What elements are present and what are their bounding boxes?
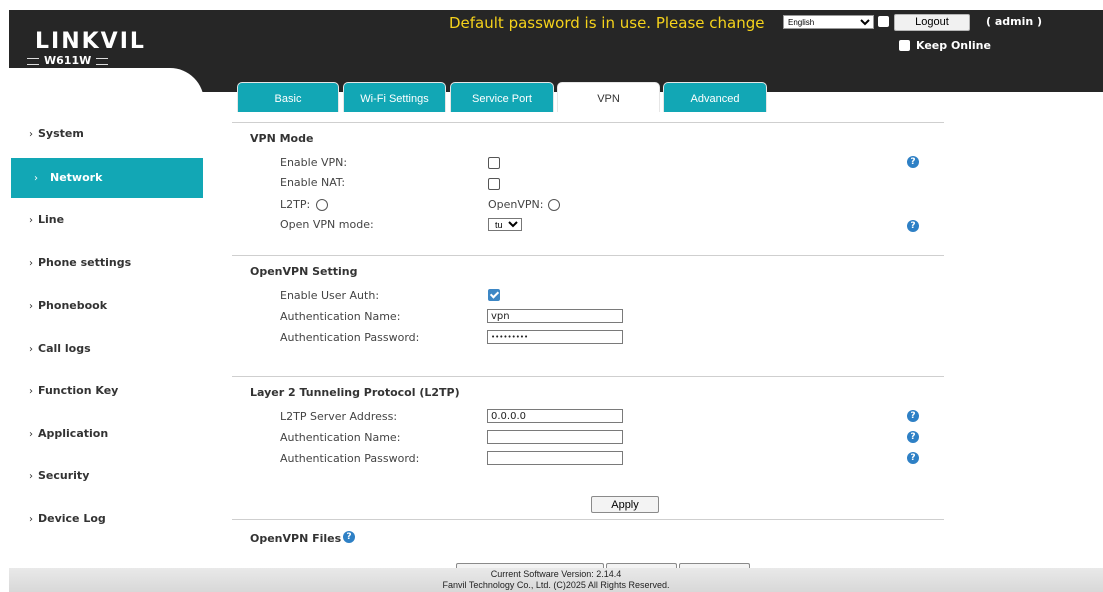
section-divider bbox=[232, 122, 944, 123]
sidebar-item-label: Device Log bbox=[38, 512, 106, 525]
chevron-right-icon: › bbox=[29, 386, 33, 397]
help-icon[interactable]: ? bbox=[907, 410, 919, 422]
software-version: Current Software Version: 2.14.4 bbox=[490, 569, 622, 579]
l2tp-server-input[interactable] bbox=[487, 409, 623, 423]
chevron-right-icon: › bbox=[29, 258, 33, 269]
chevron-right-icon: › bbox=[29, 471, 33, 482]
logout-button[interactable]: Logout bbox=[894, 14, 970, 31]
enable-user-auth-checkbox[interactable] bbox=[488, 289, 500, 301]
l2tp-radio-label: L2TP: bbox=[280, 198, 311, 211]
help-icon[interactable]: ? bbox=[907, 431, 919, 443]
tab-service-port[interactable]: Service Port bbox=[450, 82, 554, 112]
enable-nat-checkbox[interactable] bbox=[488, 178, 500, 190]
tab-wifi-settings[interactable]: Wi-Fi Settings bbox=[343, 82, 446, 112]
tab-vpn[interactable]: VPN bbox=[557, 82, 660, 112]
current-user: ( admin ) bbox=[986, 15, 1043, 28]
openvpn-radio[interactable] bbox=[548, 199, 560, 211]
sidebar-item-function-key[interactable]: › Function Key bbox=[11, 371, 203, 411]
l2tp-section-title: Layer 2 Tunneling Protocol (L2TP) bbox=[250, 386, 460, 399]
model-text: W611W bbox=[44, 54, 92, 67]
sidebar-item-label: Function Key bbox=[38, 384, 119, 397]
chevron-right-icon: › bbox=[29, 344, 33, 355]
model-decor-right bbox=[96, 57, 109, 65]
brand-logo: LINKVIL bbox=[35, 29, 146, 54]
page-footer: Current Software Version: 2.14.4 Fanvil … bbox=[9, 568, 1103, 592]
openvpn-mode-label: Open VPN mode: bbox=[280, 218, 374, 231]
enable-user-auth-label: Enable User Auth: bbox=[280, 289, 380, 302]
section-divider bbox=[232, 519, 944, 520]
sidebar-item-label: Phone settings bbox=[38, 256, 132, 269]
keep-online-checkbox[interactable] bbox=[899, 40, 910, 51]
chevron-right-icon: › bbox=[29, 129, 33, 140]
enable-nat-label: Enable NAT: bbox=[280, 176, 346, 189]
model-decor-left bbox=[27, 57, 39, 65]
section-divider bbox=[232, 376, 944, 377]
tab-advanced[interactable]: Advanced bbox=[663, 82, 767, 112]
apply-button[interactable]: Apply bbox=[591, 496, 659, 513]
header-checkbox[interactable] bbox=[878, 16, 889, 27]
openvpn-files-title: OpenVPN Files bbox=[250, 532, 342, 545]
default-password-warning: Default password is in use. Please chang… bbox=[449, 14, 765, 32]
l2tp-auth-name-label: Authentication Name: bbox=[280, 431, 401, 444]
l2tp-server-label: L2TP Server Address: bbox=[280, 410, 398, 423]
openvpn-auth-name-label: Authentication Name: bbox=[280, 310, 401, 323]
language-select[interactable]: English bbox=[783, 15, 874, 29]
sidebar-item-system[interactable]: › System bbox=[11, 114, 203, 154]
chevron-right-icon: › bbox=[29, 514, 33, 525]
copyright-notice: Fanvil Technology Co., Ltd. (C)2025 All … bbox=[442, 580, 670, 590]
openvpn-auth-name-input[interactable] bbox=[487, 309, 623, 323]
openvpn-auth-password-label: Authentication Password: bbox=[280, 331, 420, 344]
l2tp-auth-password-input[interactable] bbox=[487, 451, 623, 465]
l2tp-auth-password-label: Authentication Password: bbox=[280, 452, 420, 465]
vpn-mode-title: VPN Mode bbox=[250, 132, 314, 145]
openvpn-auth-password-input[interactable] bbox=[487, 330, 623, 344]
enable-vpn-label: Enable VPN: bbox=[280, 156, 348, 169]
section-divider bbox=[232, 255, 944, 256]
sidebar-item-label: Call logs bbox=[38, 342, 91, 355]
sidebar-item-label: Line bbox=[38, 213, 65, 226]
openvpn-radio-label: OpenVPN: bbox=[488, 198, 544, 211]
sidebar-item-label: Application bbox=[38, 427, 109, 440]
sidebar-item-phonebook[interactable]: › Phonebook bbox=[11, 286, 203, 326]
openvpn-setting-title: OpenVPN Setting bbox=[250, 265, 358, 278]
sidebar-item-label: Network bbox=[50, 171, 103, 184]
chevron-right-icon: › bbox=[34, 173, 38, 184]
help-icon[interactable]: ? bbox=[907, 452, 919, 464]
sidebar-item-phone-settings[interactable]: › Phone settings bbox=[11, 243, 203, 283]
sidebar-item-network[interactable]: › Network bbox=[11, 158, 203, 198]
sidebar-item-line[interactable]: › Line bbox=[11, 200, 203, 240]
sidebar-item-application[interactable]: › Application bbox=[11, 414, 203, 454]
help-icon[interactable]: ? bbox=[343, 531, 355, 543]
chevron-right-icon: › bbox=[29, 301, 33, 312]
tab-basic[interactable]: Basic bbox=[237, 82, 339, 112]
sidebar-item-label: System bbox=[38, 127, 84, 140]
l2tp-radio[interactable] bbox=[316, 199, 328, 211]
sidebar-item-device-log[interactable]: › Device Log bbox=[11, 499, 203, 539]
help-icon[interactable]: ? bbox=[907, 220, 919, 232]
chevron-right-icon: › bbox=[29, 429, 33, 440]
chevron-right-icon: › bbox=[29, 215, 33, 226]
enable-vpn-checkbox[interactable] bbox=[488, 157, 500, 169]
keep-online-label: Keep Online bbox=[916, 39, 991, 52]
help-icon[interactable]: ? bbox=[907, 156, 919, 168]
sidebar-item-label: Security bbox=[38, 469, 90, 482]
openvpn-mode-select[interactable]: tun bbox=[488, 218, 522, 231]
sidebar-item-security[interactable]: › Security bbox=[11, 456, 203, 496]
sidebar-item-label: Phonebook bbox=[38, 299, 108, 312]
sidebar-item-call-logs[interactable]: › Call logs bbox=[11, 329, 203, 369]
l2tp-auth-name-input[interactable] bbox=[487, 430, 623, 444]
model-label: W611W bbox=[27, 54, 109, 67]
